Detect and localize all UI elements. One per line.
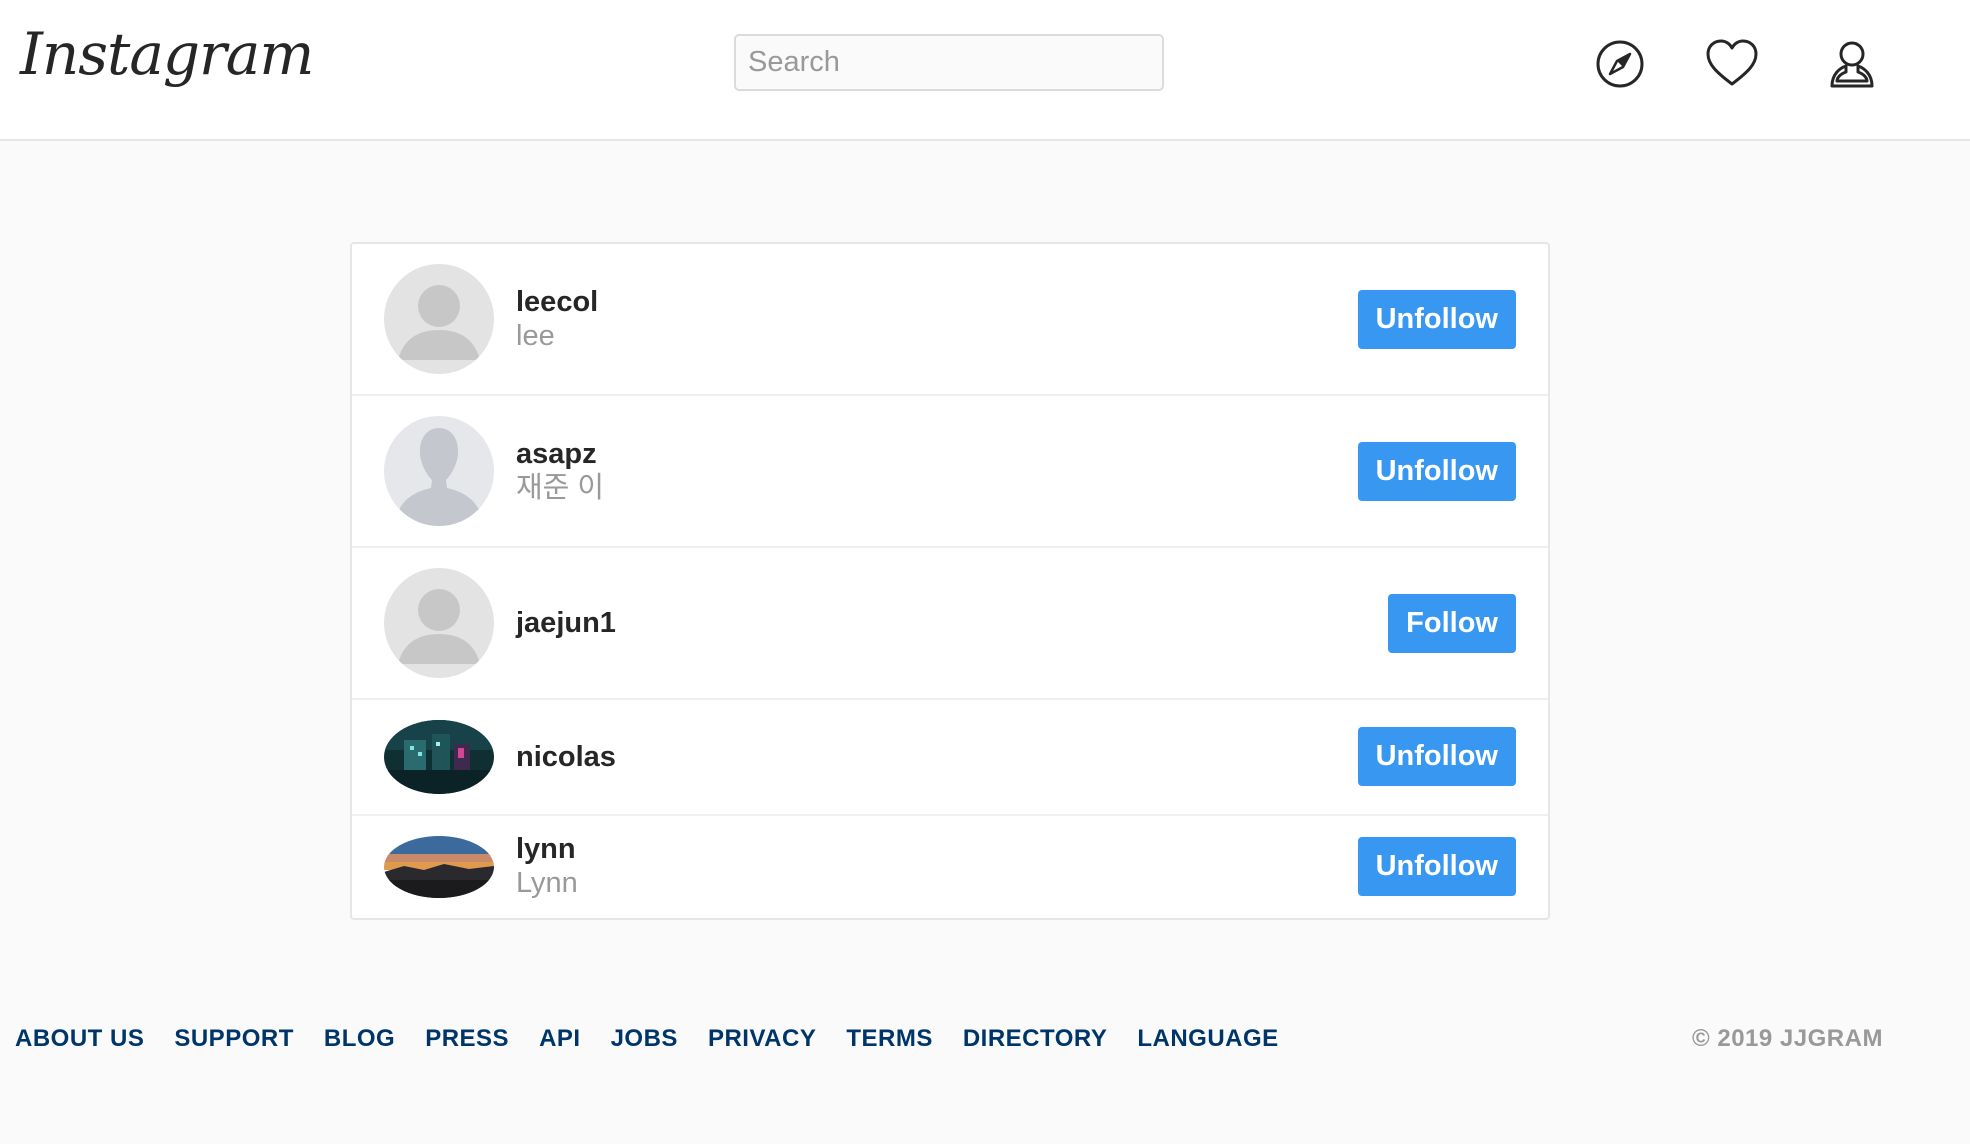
footer-link-blog[interactable]: BLOG — [324, 1025, 395, 1053]
full-name: lee — [516, 320, 555, 352]
username[interactable]: asapz — [516, 437, 604, 471]
unfollow-button[interactable]: Unfollow — [1357, 290, 1516, 349]
full-name: Lynn — [516, 867, 578, 899]
footer-link-language[interactable]: LANGUAGE — [1137, 1025, 1278, 1053]
list-item: jaejun1 Follow — [352, 548, 1548, 700]
user-names: leecol lee — [516, 285, 598, 353]
list-item: nicolas Unfollow — [352, 700, 1548, 816]
footer-links: ABOUT US SUPPORT BLOG PRESS API JOBS PRI… — [15, 1025, 1309, 1053]
username[interactable]: lynn — [516, 832, 578, 866]
silhouette-avatar[interactable] — [384, 416, 494, 526]
sunset-city-photo[interactable] — [384, 836, 494, 898]
city-night-photo[interactable] — [384, 720, 494, 794]
footer-link-press[interactable]: PRESS — [425, 1025, 509, 1053]
unfollow-button[interactable]: Unfollow — [1357, 442, 1516, 501]
user-names: asapz 재준 이 — [516, 437, 604, 505]
instagram-logo[interactable]: Instagram — [20, 14, 314, 94]
list-item: leecol lee Unfollow — [352, 244, 1548, 396]
heart-icon[interactable] — [1702, 34, 1762, 94]
unfollow-button[interactable]: Unfollow — [1357, 837, 1516, 896]
footer-link-api[interactable]: API — [539, 1025, 581, 1053]
profile-icon[interactable] — [1822, 34, 1882, 94]
footer-link-directory[interactable]: DIRECTORY — [963, 1025, 1108, 1053]
username[interactable]: leecol — [516, 285, 598, 319]
footer-link-privacy[interactable]: PRIVACY — [708, 1025, 816, 1053]
search-input[interactable] — [734, 34, 1164, 91]
list-item: asapz 재준 이 Unfollow — [352, 396, 1548, 548]
list-item: lynn Lynn Unfollow — [352, 816, 1548, 918]
user-names: lynn Lynn — [516, 832, 578, 900]
user-names: jaejun1 — [516, 606, 616, 640]
footer-link-terms[interactable]: TERMS — [846, 1025, 933, 1053]
compass-icon[interactable] — [1590, 34, 1650, 94]
footer-link-about-us[interactable]: ABOUT US — [15, 1025, 144, 1053]
footer-link-support[interactable]: SUPPORT — [174, 1025, 294, 1053]
follow-button[interactable]: Follow — [1388, 594, 1516, 653]
user-names: nicolas — [516, 740, 616, 774]
username[interactable]: jaejun1 — [516, 606, 616, 640]
default-avatar[interactable] — [384, 568, 494, 678]
top-nav-bar: Instagram — [0, 0, 1970, 141]
unfollow-button[interactable]: Unfollow — [1357, 727, 1516, 786]
full-name: 재준 이 — [516, 472, 605, 504]
default-avatar[interactable] — [384, 264, 494, 374]
username[interactable]: nicolas — [516, 740, 616, 774]
footer-link-jobs[interactable]: JOBS — [611, 1025, 678, 1053]
follow-list: leecol lee Unfollow asapz 재준 이 Unfollow — [350, 242, 1550, 920]
copyright-text: © 2019 JJGRAM — [1692, 1025, 1883, 1052]
